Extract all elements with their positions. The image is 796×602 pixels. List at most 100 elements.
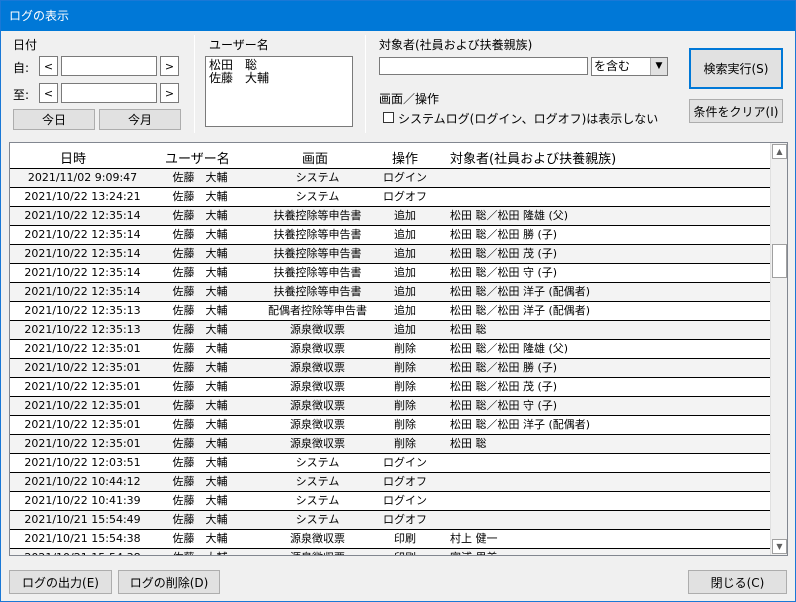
cell-operation: 追加 bbox=[394, 285, 416, 298]
cell-user: 佐藤 大輔 bbox=[172, 513, 228, 526]
from-date-next-button[interactable]: > bbox=[160, 56, 179, 76]
export-log-button[interactable]: ログの出力(E) bbox=[9, 570, 112, 594]
cell-datetime: 2021/10/22 12:35:14 bbox=[24, 209, 141, 222]
date-group-label: 日付 bbox=[13, 38, 38, 52]
cell-datetime: 2021/10/22 12:35:14 bbox=[24, 247, 141, 260]
this-month-button[interactable]: 今月 bbox=[99, 109, 181, 130]
scrollbar-thumb[interactable] bbox=[772, 244, 787, 278]
cell-user: 佐藤 大輔 bbox=[172, 475, 228, 488]
table-row[interactable]: 2021/10/22 12:35:14 佐藤 大輔 扶養控除等申告書 追加 松田 聡／松… bbox=[10, 283, 772, 302]
table-row[interactable]: 2021/10/22 10:44:12 佐藤 大輔 システム ログオフ bbox=[10, 473, 772, 492]
clear-conditions-button[interactable]: 条件をクリア(I) bbox=[689, 99, 783, 123]
table-row[interactable]: 2021/10/22 12:35:14 佐藤 大輔 扶養控除等申告書 追加 松田 聡／松… bbox=[10, 264, 772, 283]
cell-datetime: 2021/10/22 10:41:39 bbox=[24, 494, 141, 507]
cell-target: 松田 聡／松田 隆雄 (父) bbox=[450, 342, 569, 355]
cell-operation: ログイン bbox=[383, 494, 427, 507]
column-header-target[interactable]: 対象者(社員および扶養親族) bbox=[450, 148, 616, 167]
target-person-input[interactable] bbox=[379, 57, 588, 75]
table-row[interactable]: 2021/10/21 15:54:38 佐藤 大輔 源泉徴収票 印刷 村上 健一 bbox=[10, 530, 772, 549]
column-header-operation[interactable]: 操作 bbox=[392, 148, 418, 167]
cell-target: 松田 聡 bbox=[450, 437, 487, 450]
table-row[interactable]: 2021/10/22 12:35:01 佐藤 大輔 源泉徴収票 削除 松田 聡／松田 隆… bbox=[10, 340, 772, 359]
table-row[interactable]: 2021/10/22 12:35:01 佐藤 大輔 源泉徴収票 削除 松田 聡／松田 勝… bbox=[10, 359, 772, 378]
cell-screen: システム bbox=[295, 494, 340, 507]
table-row[interactable]: 2021/10/22 10:41:39 佐藤 大輔 システム ログイン bbox=[10, 492, 772, 511]
close-button[interactable]: 閉じる(C) bbox=[688, 570, 787, 594]
cell-user: 佐藤 大輔 bbox=[172, 456, 228, 469]
cell-user: 佐藤 大輔 bbox=[172, 399, 228, 412]
to-date-next-button[interactable]: > bbox=[160, 83, 179, 103]
cell-screen: 源泉徴収票 bbox=[290, 380, 345, 393]
cell-datetime: 2021/10/22 12:35:01 bbox=[24, 380, 141, 393]
cell-operation: ログオフ bbox=[383, 513, 427, 526]
system-log-checkbox[interactable] bbox=[383, 112, 394, 123]
cell-target: 松田 聡 bbox=[450, 323, 487, 336]
table-row[interactable]: 2021/10/22 12:35:01 佐藤 大輔 源泉徴収票 削除 松田 聡／松田 守… bbox=[10, 397, 772, 416]
log-viewer-window: ログの表示 日付 自: < > 至: < > 今日 今月 ユーザー名 松田 聡 … bbox=[0, 0, 796, 602]
vertical-scrollbar[interactable]: ▲ ▼ bbox=[770, 143, 787, 555]
cell-target: 宮浦 里美 bbox=[450, 549, 760, 555]
cell-target: 村上 健一 bbox=[450, 532, 498, 545]
cell-datetime: 2021/10/21 15:54:38 bbox=[20, 549, 145, 555]
cell-user: 佐藤 大輔 bbox=[172, 437, 228, 450]
user-name-listbox[interactable]: 松田 聡 佐藤 大輔 bbox=[205, 56, 353, 127]
column-header-screen[interactable]: 画面 bbox=[302, 148, 328, 167]
cell-target: 松田 聡／松田 洋子 (配偶者) bbox=[450, 418, 591, 431]
match-type-select[interactable]: を含む ▼ bbox=[591, 57, 668, 76]
chevron-down-icon[interactable]: ▼ bbox=[650, 58, 667, 75]
cell-datetime: 2021/10/22 12:35:01 bbox=[24, 418, 141, 431]
cell-screen: システム bbox=[295, 190, 340, 203]
table-row[interactable]: 2021/10/22 12:35:13 佐藤 大輔 源泉徴収票 追加 松田 聡 bbox=[10, 321, 772, 340]
table-row[interactable]: 2021/10/22 12:35:14 佐藤 大輔 扶養控除等申告書 追加 松田 聡／松… bbox=[10, 245, 772, 264]
log-table[interactable]: 日時 ユーザー名 画面 操作 対象者(社員および扶養親族) 2021/11/02… bbox=[9, 142, 788, 556]
scroll-up-icon[interactable]: ▲ bbox=[772, 144, 787, 159]
cell-user: 佐藤 大輔 bbox=[172, 209, 228, 222]
table-row[interactable]: 2021/10/22 12:35:13 佐藤 大輔 配偶者控除等申告書 追加 松田 聡／… bbox=[10, 302, 772, 321]
from-date-label: 自: bbox=[13, 61, 30, 75]
cell-operation: 削除 bbox=[394, 361, 416, 374]
cell-datetime: 2021/10/22 12:35:01 bbox=[24, 361, 141, 374]
cell-operation: 追加 bbox=[394, 323, 416, 336]
table-row[interactable]: 2021/10/22 12:35:01 佐藤 大輔 源泉徴収票 削除 松田 聡／松田 洋… bbox=[10, 416, 772, 435]
cell-operation: 追加 bbox=[394, 266, 416, 279]
cell-operation: ログオフ bbox=[383, 475, 427, 488]
cell-datetime: 2021/10/22 13:24:21 bbox=[24, 190, 141, 203]
cell-target: 松田 聡／松田 守 (子) bbox=[450, 266, 558, 279]
cell-screen: 源泉徴収票 bbox=[290, 399, 345, 412]
cell-screen: 扶養控除等申告書 bbox=[273, 247, 362, 260]
column-header-user[interactable]: ユーザー名 bbox=[165, 148, 230, 167]
today-button[interactable]: 今日 bbox=[13, 109, 95, 130]
delete-log-button[interactable]: ログの削除(D) bbox=[118, 570, 220, 594]
table-row[interactable]: 2021/10/21 15:54:49 佐藤 大輔 システム ログオフ bbox=[10, 511, 772, 530]
cell-user: 佐藤 大輔 bbox=[172, 304, 228, 317]
cell-user: 佐藤 大輔 bbox=[172, 342, 228, 355]
user-list-item[interactable]: 佐藤 大輔 bbox=[209, 72, 349, 85]
cell-screen: システム bbox=[295, 475, 340, 488]
to-date-input[interactable] bbox=[61, 83, 157, 103]
from-date-prev-button[interactable]: < bbox=[39, 56, 58, 76]
cell-screen: 配偶者控除等申告書 bbox=[268, 304, 367, 317]
cell-operation: 削除 bbox=[394, 418, 416, 431]
cell-target: 松田 聡／松田 洋子 (配偶者) bbox=[450, 304, 591, 317]
table-row[interactable]: 2021/10/22 13:24:21 佐藤 大輔 システム ログオフ bbox=[10, 188, 772, 207]
cell-user: 佐藤 大輔 bbox=[172, 228, 228, 241]
search-button[interactable]: 検索実行(S) bbox=[689, 48, 783, 89]
cell-datetime: 2021/11/02 9:09:47 bbox=[27, 171, 138, 184]
column-header-datetime[interactable]: 日時 bbox=[60, 148, 86, 167]
cell-user: 佐藤 大輔 bbox=[172, 494, 228, 507]
table-row[interactable]: 2021/10/22 12:35:01 佐藤 大輔 源泉徴収票 削除 松田 聡 bbox=[10, 435, 772, 454]
cell-user: 佐藤 大輔 bbox=[165, 549, 235, 555]
table-row[interactable]: 2021/10/22 12:35:14 佐藤 大輔 扶養控除等申告書 追加 松田 聡／松… bbox=[10, 226, 772, 245]
to-date-prev-button[interactable]: < bbox=[39, 83, 58, 103]
cell-operation: 印刷 bbox=[394, 532, 416, 545]
table-row[interactable]: 2021/10/22 12:35:14 佐藤 大輔 扶養控除等申告書 追加 松田 聡／松… bbox=[10, 207, 772, 226]
scroll-down-icon[interactable]: ▼ bbox=[772, 539, 787, 554]
table-row[interactable]: 2021/10/22 12:03:51 佐藤 大輔 システム ログイン bbox=[10, 454, 772, 473]
from-date-input[interactable] bbox=[61, 56, 157, 76]
system-log-checkbox-label[interactable]: システムログ(ログイン、ログオフ)は表示しない bbox=[398, 110, 658, 127]
table-row[interactable]: 2021/10/22 12:35:01 佐藤 大輔 源泉徴収票 削除 松田 聡／松田 茂… bbox=[10, 378, 772, 397]
cell-operation: 印刷 bbox=[375, 549, 435, 555]
table-row[interactable]: 2021/11/02 9:09:47 佐藤 大輔 システム ログイン bbox=[10, 169, 772, 188]
cell-screen: 源泉徴収票 bbox=[255, 549, 380, 555]
table-row[interactable]: 2021/10/21 15:54:38 佐藤 大輔 源泉徴収票印刷 宮浦 里美 bbox=[10, 549, 772, 555]
